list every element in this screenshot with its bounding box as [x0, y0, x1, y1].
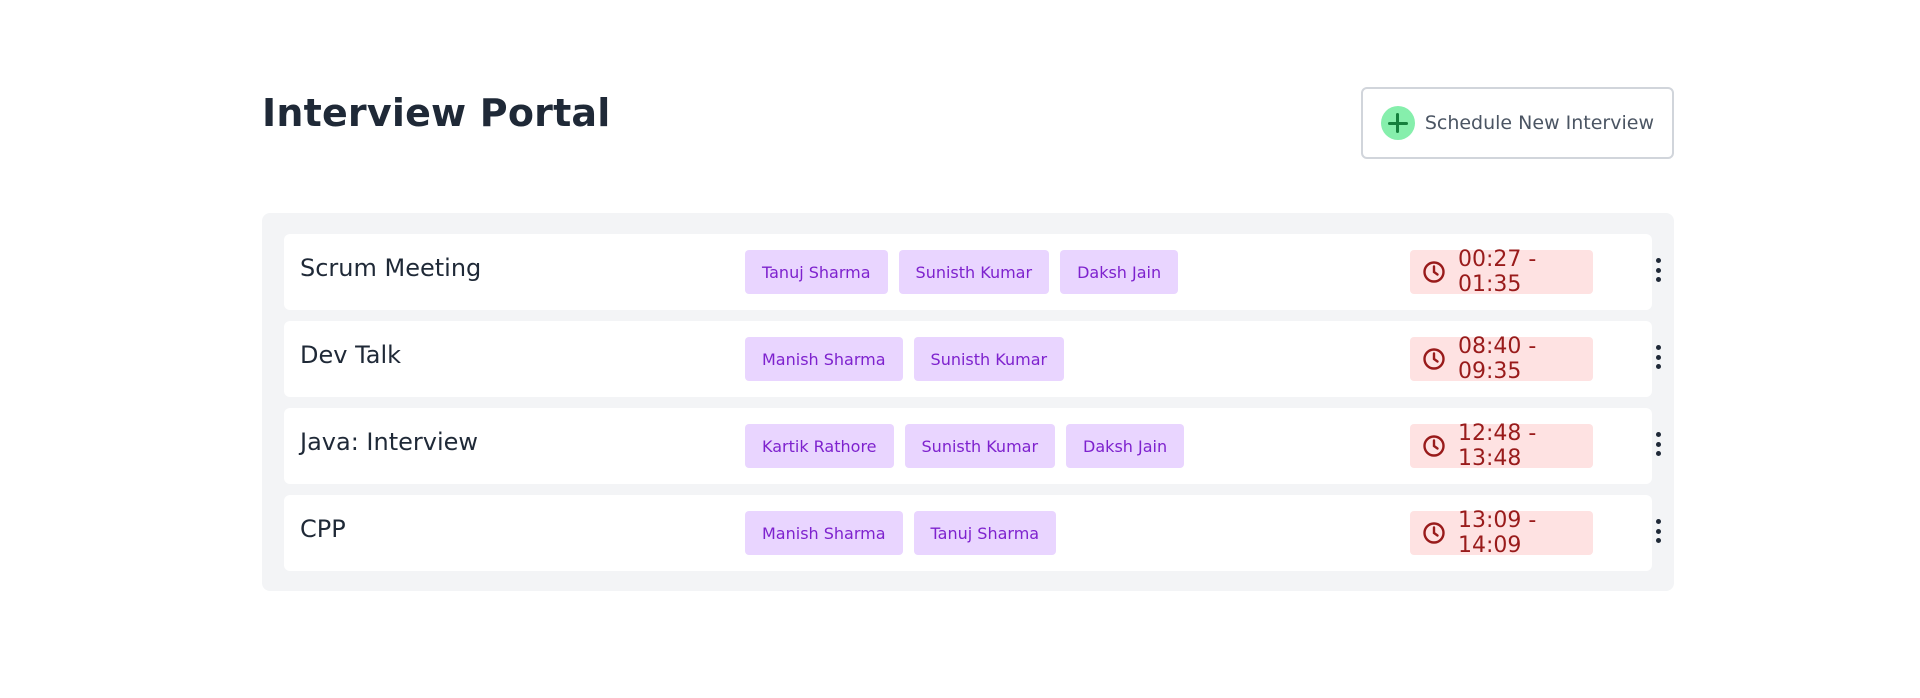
plus-circle-icon: [1380, 106, 1415, 140]
meeting-title: Dev Talk: [300, 341, 402, 369]
meeting-row[interactable]: Scrum Meeting Tanuj Sharma Sunisth Kumar…: [284, 234, 1661, 310]
participant-tags: Manish Sharma Sunisth Kumar: [745, 337, 1065, 381]
time-range: 13:09 - 14:09: [1458, 508, 1537, 558]
page-header-container: Interview Portal Schedule New Interview: [262, 87, 1674, 159]
time-badge: 00:27 - 01:35: [1410, 247, 1593, 297]
participant-tags: Manish Sharma Tanuj Sharma: [745, 511, 1057, 555]
time-badge: 13:09 - 14:09: [1410, 508, 1593, 558]
participant-tag[interactable]: Sunisth Kumar: [913, 337, 1065, 381]
clock-icon: [1423, 261, 1445, 283]
meeting-title: Java: Interview: [300, 428, 479, 456]
meetings-list: Scrum Meeting Tanuj Sharma Sunisth Kumar…: [262, 213, 1674, 591]
participant-tag[interactable]: Daksh Jain: [1060, 250, 1179, 294]
meetings-panel-wrapper: Scrum Meeting Tanuj Sharma Sunisth Kumar…: [262, 213, 1674, 591]
participant-tag[interactable]: Tanuj Sharma: [745, 250, 888, 294]
meeting-title: CPP: [300, 515, 346, 543]
more-vertical-icon[interactable]: [1646, 256, 1670, 284]
time-badge: 08:40 - 09:35: [1410, 334, 1593, 384]
time-badge: 12:48 - 13:48: [1410, 421, 1593, 471]
time-range: 12:48 - 13:48: [1458, 421, 1537, 471]
meeting-row[interactable]: Dev Talk Manish Sharma Sunisth Kumar 08:…: [284, 321, 1661, 397]
clock-icon: [1423, 522, 1445, 544]
more-vertical-icon[interactable]: [1646, 517, 1670, 545]
header: Interview Portal Schedule New Interview: [262, 87, 1674, 159]
clock-icon: [1423, 435, 1445, 457]
participant-tag[interactable]: Sunisth Kumar: [904, 424, 1056, 468]
meeting-row[interactable]: Java: Interview Kartik Rathore Sunisth K…: [284, 408, 1661, 484]
participant-tag[interactable]: Kartik Rathore: [745, 424, 894, 468]
participant-tag[interactable]: Sunisth Kumar: [898, 250, 1050, 294]
participant-tag[interactable]: Manish Sharma: [745, 337, 903, 381]
time-range: 00:27 - 01:35: [1458, 247, 1537, 297]
more-vertical-icon[interactable]: [1646, 430, 1670, 458]
schedule-button-label: Schedule New Interview: [1424, 112, 1654, 134]
participant-tags: Tanuj Sharma Sunisth Kumar Daksh Jain: [745, 250, 1179, 294]
more-vertical-icon[interactable]: [1646, 343, 1670, 371]
participant-tag[interactable]: Tanuj Sharma: [913, 511, 1057, 555]
clock-icon: [1423, 348, 1445, 370]
page-title: Interview Portal: [262, 91, 611, 135]
participant-tags: Kartik Rathore Sunisth Kumar Daksh Jain: [745, 424, 1185, 468]
meeting-row[interactable]: CPP Manish Sharma Tanuj Sharma 13:09 - 1…: [284, 495, 1661, 571]
participant-tag[interactable]: Daksh Jain: [1066, 424, 1185, 468]
time-range: 08:40 - 09:35: [1458, 334, 1537, 384]
meeting-title: Scrum Meeting: [300, 254, 482, 282]
participant-tag[interactable]: Manish Sharma: [745, 511, 903, 555]
schedule-new-interview-button[interactable]: Schedule New Interview: [1360, 87, 1674, 159]
